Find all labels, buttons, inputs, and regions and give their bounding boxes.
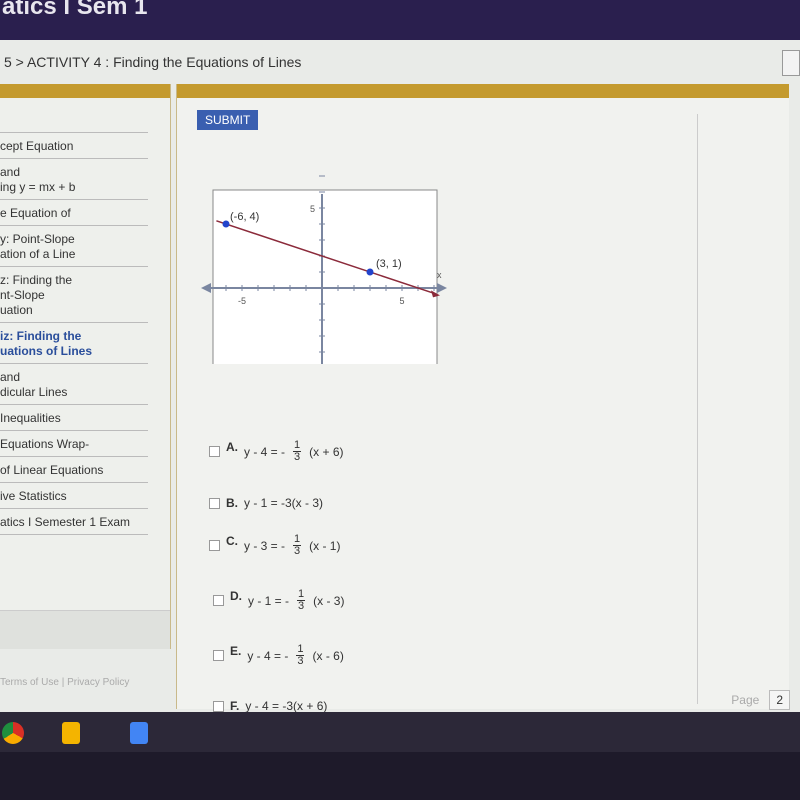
answer-option[interactable]: B. y - 1 = -3(x - 3) xyxy=(209,496,323,510)
page-label: Page xyxy=(731,693,760,707)
sidebar-item[interactable]: e Equation of xyxy=(0,200,148,226)
data-point xyxy=(366,268,374,276)
sidebar-footer xyxy=(0,610,170,649)
answer-option[interactable]: C. y - 3 = - 1 3 (x - 1) xyxy=(209,534,340,557)
sidebar-item[interactable]: y: Point-Slope ation of a Line xyxy=(0,226,148,267)
coordinate-graph: -555-5x(-6, 4)(3, 1) xyxy=(201,175,447,364)
x-axis-arrow-right xyxy=(437,283,447,293)
panel-header-bar xyxy=(177,84,789,98)
denominator: 3 xyxy=(294,545,301,557)
course-title: atics I Sem 1 xyxy=(2,0,148,20)
denominator: 3 xyxy=(298,600,305,612)
chrome-icon[interactable] xyxy=(2,722,24,744)
divider xyxy=(697,114,698,704)
x-axis-label: x xyxy=(437,270,442,280)
checkbox[interactable] xyxy=(213,595,224,606)
checkbox[interactable] xyxy=(209,497,220,509)
submit-button[interactable]: SUBMIT xyxy=(197,110,259,130)
browser-content: 5 > ACTIVITY 4 : Finding the Equations o… xyxy=(0,40,800,713)
equation-left: y - 1 = -3(x - 3) xyxy=(244,496,324,510)
denominator: 3 xyxy=(294,451,301,463)
sidebar-item[interactable]: and dicular Lines xyxy=(0,364,148,405)
sidebar-item[interactable] xyxy=(0,98,148,133)
sidebar: cept Equation and ing y = mx + be Equatio… xyxy=(0,84,171,649)
fraction: 13 xyxy=(296,644,305,667)
page-number-input[interactable]: 2 xyxy=(769,690,790,710)
option-letter: F. xyxy=(230,699,240,713)
privacy-link[interactable]: Privacy Policy xyxy=(67,677,129,688)
equation-right: (x - 3) xyxy=(313,593,345,608)
sidebar-item[interactable]: cept Equation xyxy=(0,133,148,159)
fraction: 13 xyxy=(297,589,306,612)
legal-links: Terms of Use | Privacy Policy xyxy=(0,677,129,688)
option-letter: A. xyxy=(226,440,238,454)
denominator: 3 xyxy=(297,655,304,667)
sidebar-item[interactable]: z: Finding the nt-Slope uation xyxy=(0,267,148,323)
checkbox[interactable] xyxy=(213,700,224,712)
equation-left: y - 1 = - xyxy=(248,593,290,608)
terms-link[interactable]: Terms of Use xyxy=(0,677,59,688)
checkbox[interactable] xyxy=(209,446,220,457)
fraction: 13 xyxy=(293,440,302,463)
equation-left: y - 3 = - xyxy=(244,538,286,553)
pager: Page 2 xyxy=(731,690,790,710)
fraction: 13 xyxy=(293,534,302,557)
sidebar-item[interactable]: Inequalities xyxy=(0,405,148,431)
sidebar-item[interactable]: ive Statistics xyxy=(0,483,148,509)
equation-left: y - 4 = -3(x + 6) xyxy=(245,699,328,713)
separator: | xyxy=(61,677,65,688)
option-letter: C. xyxy=(226,534,238,548)
answer-option[interactable]: E. y - 4 = - 1 3 (x - 6) xyxy=(213,644,344,667)
checkbox[interactable] xyxy=(213,650,224,661)
answer-option[interactable]: F. y - 4 = -3(x + 6) xyxy=(213,699,327,713)
answer-option[interactable]: D. y - 1 = - 1 3 (x - 3) xyxy=(213,589,344,612)
sidebar-item[interactable]: and ing y = mx + b xyxy=(0,159,148,200)
equation-left: y - 4 = - xyxy=(244,444,286,459)
data-point xyxy=(222,220,230,228)
docs-icon[interactable] xyxy=(130,722,148,744)
sidebar-item[interactable]: atics I Semester 1 Exam xyxy=(0,509,148,535)
question-panel: SUBMIT -555-5x(-6, 4)(3, 1) A.y - 4 = -1… xyxy=(176,84,789,713)
equation-left: y - 4 = - xyxy=(247,648,289,663)
option-letter: B. xyxy=(226,496,238,510)
sidebar-header-bar xyxy=(0,84,170,98)
toolbar-button[interactable] xyxy=(782,50,800,76)
tick-label: -5 xyxy=(238,296,246,306)
course-header: atics I Sem 1 xyxy=(0,0,800,40)
equation-right: (x - 6) xyxy=(312,648,344,663)
point-label: (-6, 4) xyxy=(230,211,259,223)
point-label: (3, 1) xyxy=(376,258,402,270)
option-letter: D. xyxy=(230,589,242,603)
answer-option[interactable]: A. y - 4 = - 1 3 (x + 6) xyxy=(209,440,343,463)
equation-right: (x - 1) xyxy=(309,538,341,553)
breadcrumb: 5 > ACTIVITY 4 : Finding the Equations o… xyxy=(4,54,302,70)
sidebar-item[interactable]: of Linear Equations xyxy=(0,457,148,483)
sidebar-item[interactable]: Equations Wrap- xyxy=(0,431,148,457)
equation-right: (x + 6) xyxy=(309,444,344,459)
option-letter: E. xyxy=(230,644,242,658)
tick-label: 5 xyxy=(399,296,404,306)
checkbox[interactable] xyxy=(209,540,220,551)
slides-icon[interactable] xyxy=(62,722,80,744)
tick-label: 5 xyxy=(310,204,315,214)
sidebar-item[interactable]: iz: Finding the uations of Lines xyxy=(0,323,148,364)
taskbar xyxy=(0,712,800,752)
